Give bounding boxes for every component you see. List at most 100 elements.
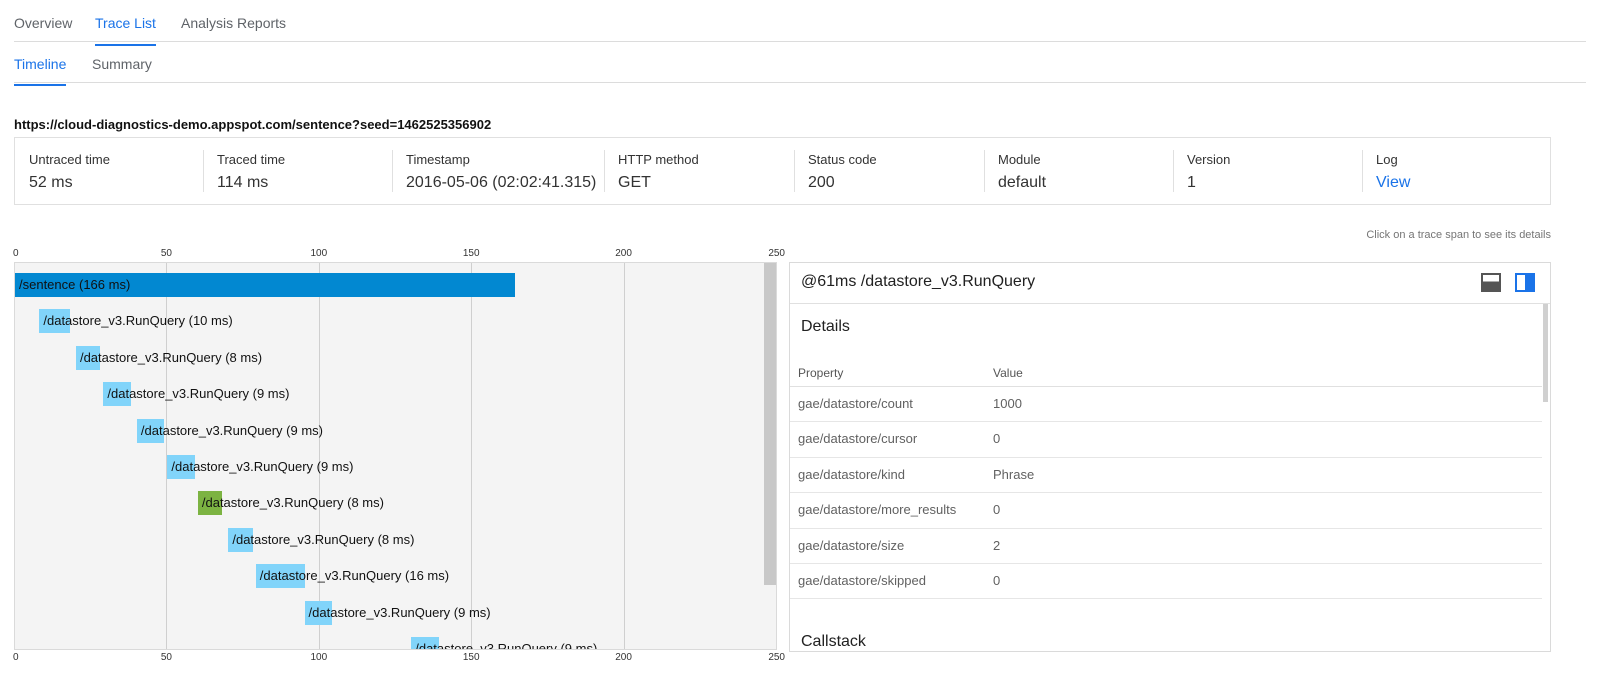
summary-module: Module default xyxy=(984,138,1046,204)
divider xyxy=(604,150,605,192)
properties-table-header: Property Value xyxy=(790,360,1542,387)
property-row: gae/datastore/size 2 xyxy=(790,529,1542,564)
property-name: gae/datastore/count xyxy=(798,396,913,411)
property-row: gae/datastore/more_results 0 xyxy=(790,493,1542,529)
summary-traced-time: Traced time 114 ms xyxy=(203,138,285,204)
axis-tick-label: 100 xyxy=(310,652,328,663)
column-header-value: Value xyxy=(993,366,1023,380)
summary-status-code: Status code 200 xyxy=(794,138,877,204)
timeline-axis-top: 0 50 100 150 200 250 xyxy=(0,248,790,260)
summary-label: Log xyxy=(1376,152,1398,167)
summary-value: 52 ms xyxy=(29,174,73,191)
summary-version: Version 1 xyxy=(1173,138,1230,204)
tab-analysis-reports[interactable]: Analysis Reports xyxy=(181,15,286,44)
property-name: gae/datastore/cursor xyxy=(798,431,918,447)
split-vertical-icon[interactable] xyxy=(1514,273,1536,293)
column-header-property: Property xyxy=(798,366,844,380)
timeline-axis-bottom: 0 50 100 150 200 250 xyxy=(0,652,790,664)
divider xyxy=(1173,150,1174,192)
property-row: gae/datastore/skipped 0 xyxy=(790,564,1542,600)
summary-value: 1 xyxy=(1187,174,1196,191)
trace-url: https://cloud-diagnostics-demo.appspot.c… xyxy=(14,117,492,132)
summary-label: Untraced time xyxy=(29,152,110,167)
summary-value: 2016-05-06 (02:02:41.315) xyxy=(406,174,597,191)
trace-timeline: /sentence (166 ms) /datastore_v3.RunQuery… xyxy=(14,262,777,650)
main-tab-bar: Overview Trace List Analysis Reports xyxy=(14,0,1586,46)
property-value: 0 xyxy=(993,502,1001,518)
span-offset: @61ms xyxy=(801,273,857,290)
axis-tick-label: 0 xyxy=(13,248,19,259)
summary-label: Status code xyxy=(808,152,877,167)
span-label[interactable]: /datastore_v3.RunQuery (8 ms) xyxy=(232,528,414,552)
span-details-header: @61ms /datastore_v3.RunQuery xyxy=(790,263,1550,304)
property-name: gae/datastore/skipped xyxy=(798,572,926,588)
axis-tick-label: 50 xyxy=(160,248,172,259)
divider xyxy=(392,150,393,192)
summary-label: HTTP method xyxy=(618,152,699,167)
property-name: gae/datastore/size xyxy=(798,537,905,553)
summary-untraced-time: Untraced time 52 ms xyxy=(15,138,110,204)
divider xyxy=(203,150,204,192)
summary-log: Log View xyxy=(1362,138,1410,204)
axis-tick-label: 200 xyxy=(615,248,632,259)
span-label[interactable]: /datastore_v3.RunQuery (16 ms) xyxy=(260,564,449,588)
span-label[interactable]: /datastore_v3.RunQuery (9 ms) xyxy=(309,601,491,625)
tab-summary[interactable]: Summary xyxy=(92,56,152,84)
summary-label: Timestamp xyxy=(406,152,470,167)
timeline-gridline xyxy=(623,263,625,649)
summary-value: 200 xyxy=(808,174,835,191)
divider xyxy=(1362,150,1363,192)
axis-tick-label: 200 xyxy=(615,652,632,663)
split-horizontal-icon[interactable] xyxy=(1480,273,1502,293)
property-value: 0 xyxy=(993,572,1001,588)
axis-tick-label: 250 xyxy=(768,248,785,259)
span-label[interactable]: /datastore_v3.RunQuery (9 ms) xyxy=(107,382,289,406)
property-value: 1000 xyxy=(993,396,1022,411)
span-label[interactable]: /datastore_v3.RunQuery (8 ms) xyxy=(202,491,384,515)
axis-tick-label: 150 xyxy=(462,248,480,259)
callstack-section-title: Callstack xyxy=(801,633,866,650)
summary-label: Traced time xyxy=(217,152,286,167)
hint-text: Click on a trace span to see its details xyxy=(1366,229,1551,241)
span-label[interactable]: /datastore_v3.RunQuery (9 ms) xyxy=(141,419,323,443)
span-name: /datastore_v3.RunQuery xyxy=(860,273,1036,290)
tab-timeline[interactable]: Timeline xyxy=(14,56,67,86)
timeline-gridline xyxy=(471,263,473,649)
property-row: gae/datastore/cursor 0 xyxy=(790,422,1542,458)
axis-tick-label: 100 xyxy=(310,248,328,259)
trace-summary-box: Untraced time 52 ms Traced time 114 ms T… xyxy=(14,137,1551,205)
timeline-scrollbar[interactable] xyxy=(764,263,776,585)
span-label[interactable]: /sentence (166 ms) xyxy=(19,273,130,297)
span-label[interactable]: /datastore_v3.RunQuery (8 ms) xyxy=(80,346,262,370)
property-row: gae/datastore/count 1000 xyxy=(790,387,1542,423)
divider xyxy=(794,150,795,192)
span-label[interactable]: /datastore_v3.RunQuery (9 ms) xyxy=(415,637,597,649)
sub-tab-bar: Timeline Summary xyxy=(14,42,1586,86)
view-log-link[interactable]: View xyxy=(1376,174,1410,192)
summary-http-method: HTTP method GET xyxy=(604,138,699,204)
axis-tick-label: 0 xyxy=(13,652,19,663)
property-row: gae/datastore/kind Phrase xyxy=(790,458,1542,494)
property-value: 0 xyxy=(993,431,1001,447)
summary-label: Module xyxy=(998,152,1041,167)
summary-value: default xyxy=(998,174,1047,191)
axis-tick-label: 150 xyxy=(462,652,480,663)
span-details-panel: @61ms /datastore_v3.RunQuery Details Pro… xyxy=(789,262,1551,652)
property-name: gae/datastore/kind xyxy=(798,466,905,482)
summary-label: Version xyxy=(1187,152,1231,167)
summary-value: GET xyxy=(618,174,651,191)
span-label[interactable]: /datastore_v3.RunQuery (10 ms) xyxy=(43,309,232,333)
axis-tick-label: 50 xyxy=(160,652,172,663)
divider xyxy=(984,150,985,192)
tab-overview[interactable]: Overview xyxy=(14,15,72,44)
summary-timestamp: Timestamp 2016-05-06 (02:02:41.315) xyxy=(392,138,596,204)
property-name: gae/datastore/more_results xyxy=(798,502,957,518)
span-label[interactable]: /datastore_v3.RunQuery (9 ms) xyxy=(171,455,353,479)
axis-tick-label: 250 xyxy=(768,652,785,663)
property-value: 2 xyxy=(993,537,1001,553)
details-scrollbar[interactable] xyxy=(1543,304,1548,402)
summary-value: 114 ms xyxy=(217,174,269,191)
property-value: Phrase xyxy=(993,466,1035,482)
details-section-title: Details xyxy=(801,318,850,335)
properties-table: Property Value gae/datastore/count 1000 ga… xyxy=(790,360,1542,600)
